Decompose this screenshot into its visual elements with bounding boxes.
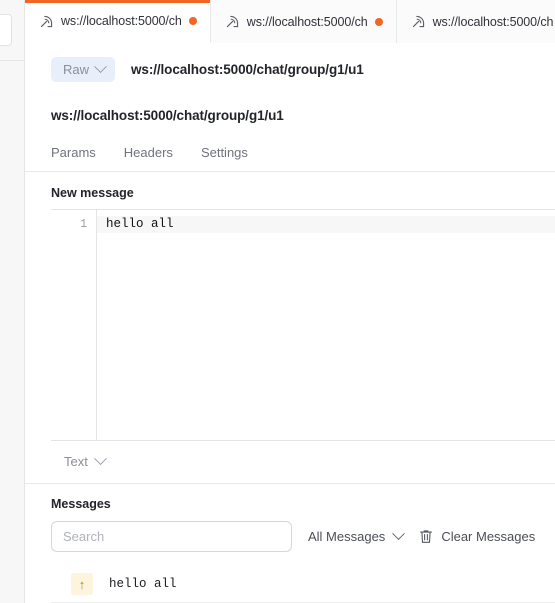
- new-message-label: New message: [51, 186, 134, 200]
- request-subtabs: Params Headers Settings: [25, 123, 555, 172]
- url-value[interactable]: ws://localhost:5000/chat/group/g1/u1: [131, 62, 364, 77]
- websocket-icon: [412, 15, 424, 28]
- tab-bar: ws://localhost:5000/ch ws://localhost:50…: [25, 0, 555, 43]
- request-tab-2[interactable]: ws://localhost:5000/ch: [210, 0, 397, 43]
- request-tab-3[interactable]: ws://localhost:5000/ch: [396, 0, 555, 43]
- message-text: hello all: [109, 577, 177, 591]
- messages-label: Messages: [51, 497, 111, 511]
- editor-line-content[interactable]: hello all: [97, 216, 555, 233]
- message-format-select[interactable]: Text: [60, 452, 109, 471]
- message-mode-select[interactable]: Raw: [51, 57, 116, 82]
- connection-status-dot: [188, 17, 197, 25]
- messages-filter-label: All Messages: [308, 529, 386, 544]
- message-editor-body[interactable]: 1 hello all: [51, 210, 555, 440]
- chevron-down-icon: [392, 527, 406, 541]
- messages-toolbar: All Messages Clear Messages: [51, 521, 555, 564]
- connection-status-dot: [374, 17, 383, 26]
- trash-icon: [420, 530, 433, 543]
- chevron-down-icon: [93, 452, 107, 466]
- request-tab-1[interactable]: ws://localhost:5000/ch: [25, 0, 211, 43]
- request-tab-2-label: ws://localhost:5000/ch: [246, 14, 368, 29]
- app-window: ws://localhost:5000/ch ws://localhost:50…: [0, 0, 555, 603]
- messages-list: ↑ hello all: [51, 564, 555, 603]
- editor-footer: Text: [51, 440, 555, 483]
- clear-messages-label: Clear Messages: [441, 529, 536, 544]
- editor-gutter: 1: [51, 210, 97, 440]
- sidebar-rail: [0, 0, 25, 603]
- sidebar-divider: [0, 60, 24, 61]
- tab-params[interactable]: Params: [51, 145, 96, 160]
- message-direction-icon: ↑: [71, 573, 93, 595]
- sidebar-collapsed-item[interactable]: [0, 14, 12, 46]
- chevron-down-icon: [94, 60, 107, 74]
- request-tab-1-label: ws://localhost:5000/ch: [61, 14, 182, 28]
- tab-headers[interactable]: Headers: [124, 145, 173, 160]
- editor-code-area[interactable]: hello all: [97, 210, 555, 440]
- message-mode-label: Raw: [63, 62, 90, 77]
- request-title: ws://localhost:5000/chat/group/g1/u1: [51, 108, 284, 123]
- request-tab-3-label: ws://localhost:5000/ch: [432, 14, 554, 29]
- editor-line-number: 1: [80, 218, 87, 231]
- messages-filter-select[interactable]: All Messages: [308, 527, 406, 544]
- message-row[interactable]: ↑ hello all: [51, 567, 555, 603]
- message-editor: 1 hello all Text: [51, 209, 555, 483]
- clear-messages-button[interactable]: Clear Messages: [419, 529, 535, 544]
- message-format-label: Text: [64, 454, 88, 469]
- messages-section: Messages All Messages Clear Messages: [25, 483, 555, 603]
- search-input[interactable]: [51, 521, 292, 552]
- url-bar: Raw ws://localhost:5000/chat/group/g1/u1: [25, 43, 555, 96]
- main-panel: ws://localhost:5000/ch ws://localhost:50…: [25, 0, 555, 603]
- tab-settings[interactable]: Settings: [201, 145, 248, 160]
- websocket-icon: [226, 15, 238, 28]
- websocket-icon: [40, 15, 53, 27]
